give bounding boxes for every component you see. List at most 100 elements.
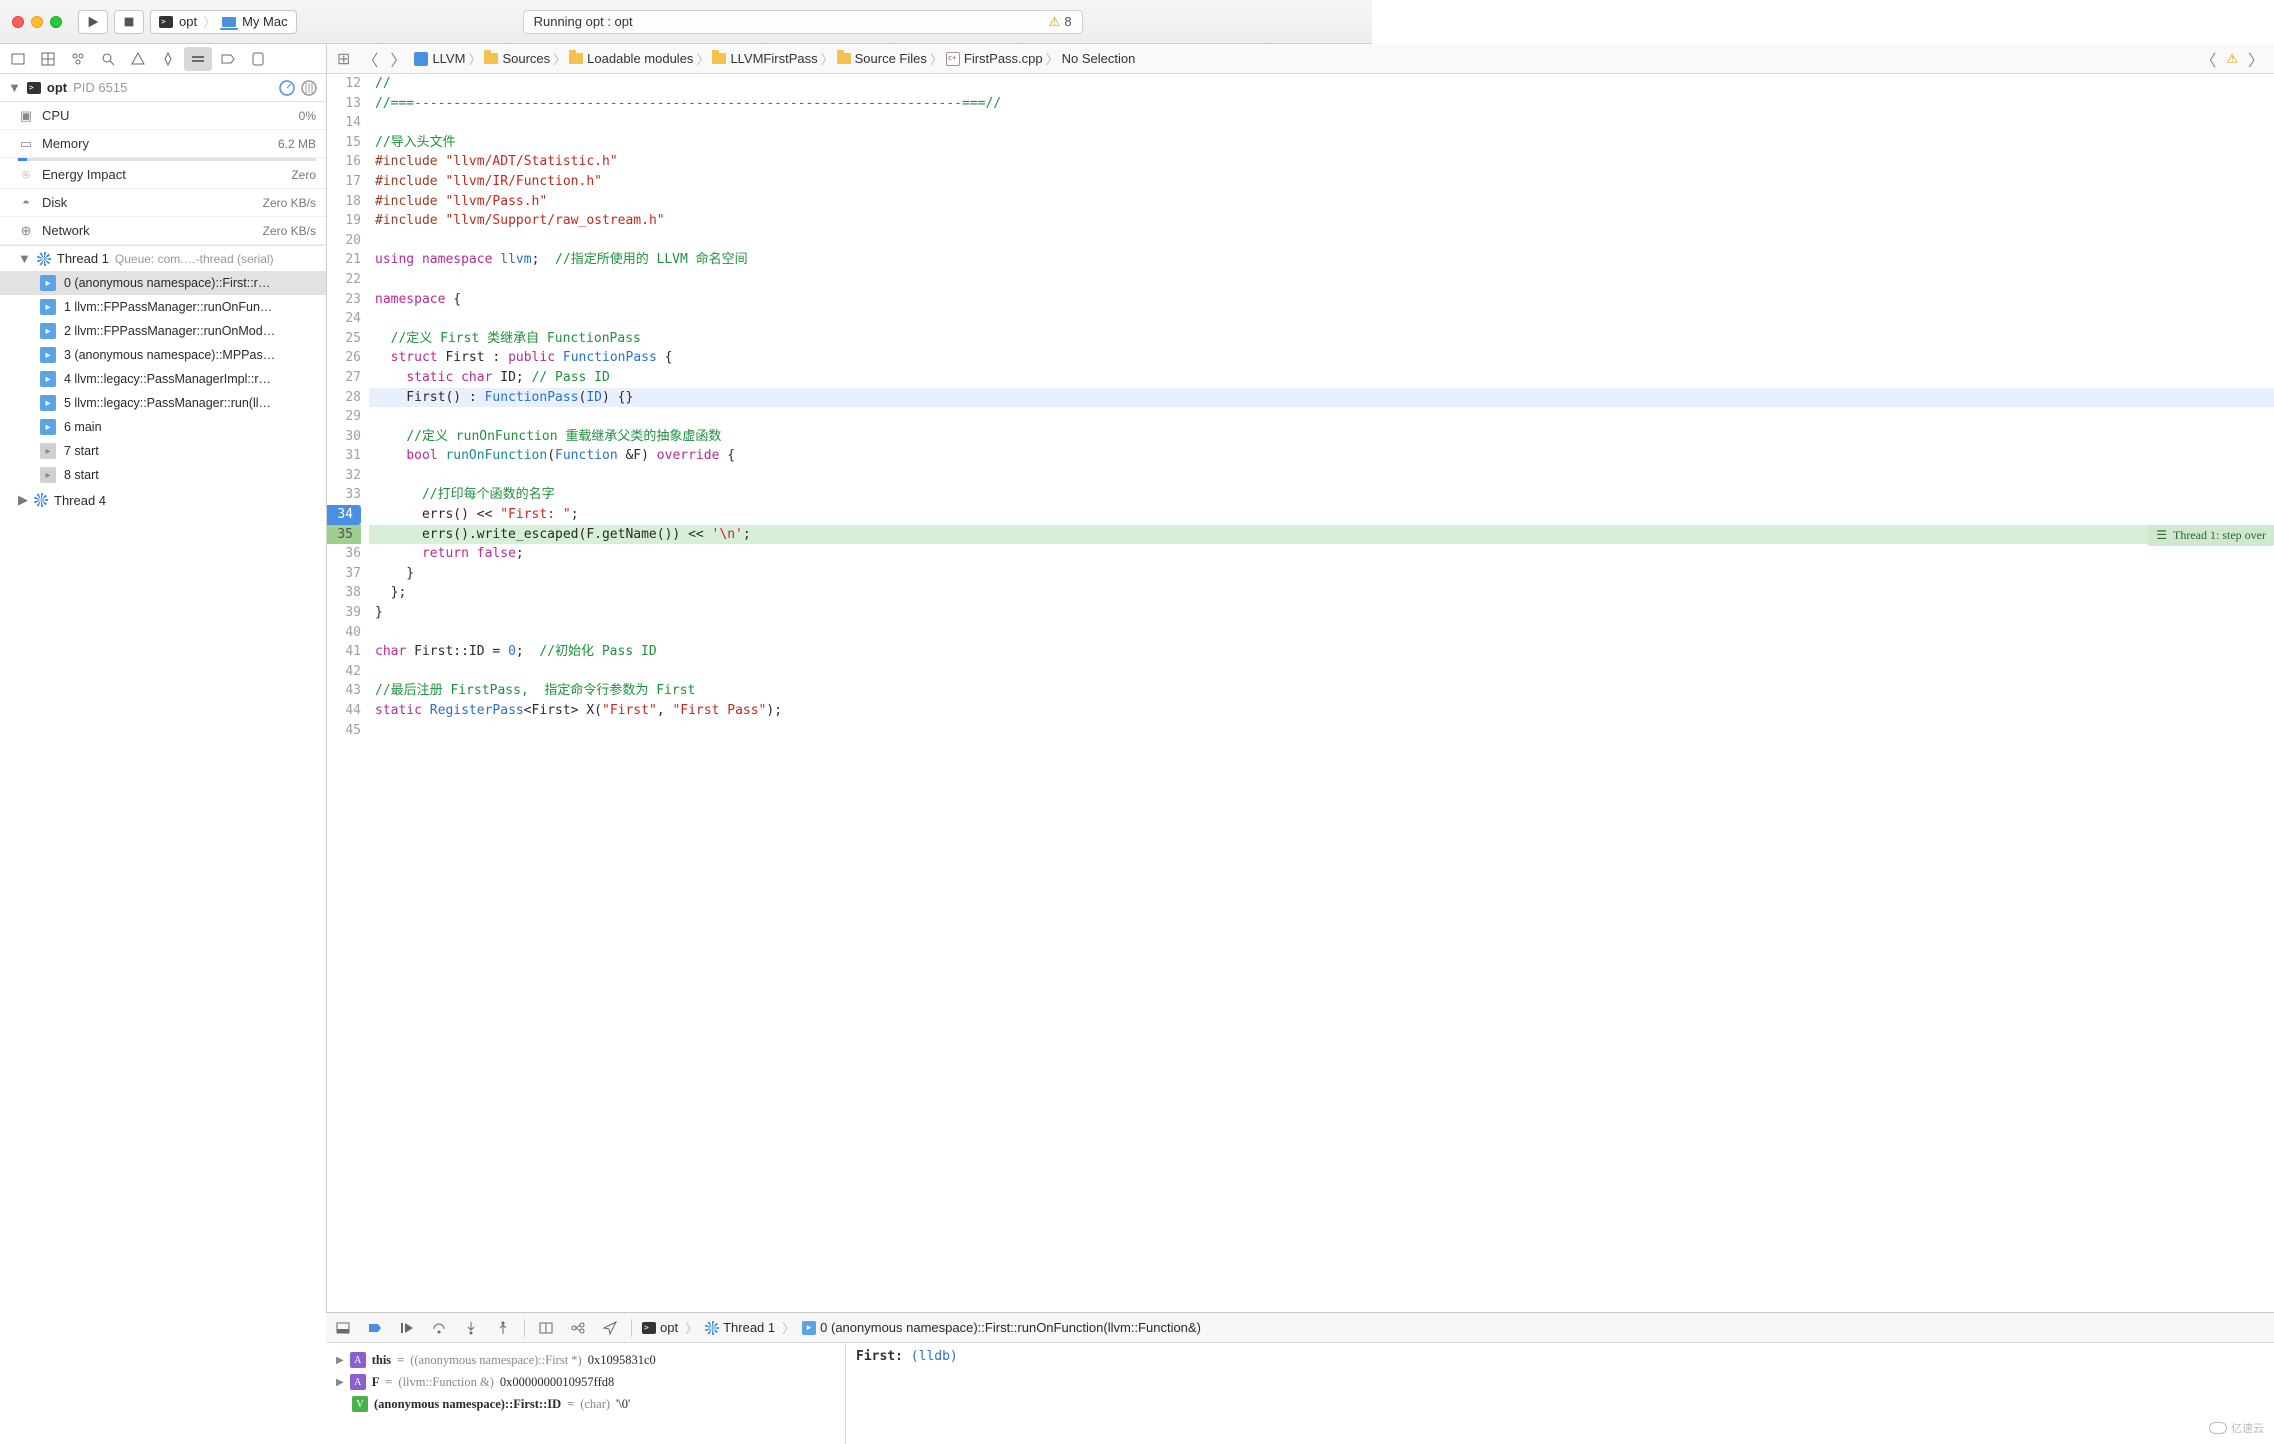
zoom-window-button[interactable] <box>50 16 62 28</box>
source-nav-tab[interactable] <box>34 47 62 71</box>
stack-frame[interactable]: ▸2 llvm::FPPassManager::runOnMod… <box>0 319 326 343</box>
forward-button[interactable]: 〉 <box>386 47 410 71</box>
variable-row[interactable]: ▶AF = (llvm::Function &) 0x0000000010957… <box>336 1371 835 1393</box>
breadcrumb-item[interactable]: Sources <box>484 51 550 66</box>
code-line[interactable]: } <box>369 603 2274 623</box>
symbol-nav-tab[interactable] <box>64 47 92 71</box>
code-line[interactable]: #include "llvm/Support/raw_ostream.h" <box>369 211 2274 231</box>
code-line[interactable]: First() : FunctionPass(ID) {} <box>369 388 2274 408</box>
code-line[interactable]: #include "llvm/Pass.h" <box>369 192 2274 212</box>
next-issue-button[interactable]: 〉 <box>2244 47 2268 71</box>
code-line[interactable]: return false; <box>369 544 2274 564</box>
stack-frame[interactable]: ▸1 llvm::FPPassManager::runOnFun… <box>0 295 326 319</box>
breadcrumb-item[interactable]: Source Files <box>837 51 927 66</box>
process-header[interactable]: ▼ opt PID 6515 <box>0 74 326 102</box>
code-editor[interactable]: 1213141516171819202122232425262728293031… <box>327 74 2274 1312</box>
code-line[interactable] <box>369 466 2274 486</box>
code-line[interactable]: #include "llvm/IR/Function.h" <box>369 172 2274 192</box>
breakpoint-nav-tab[interactable] <box>214 47 242 71</box>
test-nav-tab[interactable] <box>154 47 182 71</box>
location-button[interactable] <box>599 1317 621 1339</box>
stack-frame[interactable]: ▸8 start <box>0 463 326 487</box>
continue-button[interactable] <box>396 1317 418 1339</box>
code-line[interactable] <box>369 231 2274 251</box>
stack-frame[interactable]: ▸5 llvm::legacy::PassManager::run(ll… <box>0 391 326 415</box>
close-window-button[interactable] <box>12 16 24 28</box>
network-metric[interactable]: ⊕Network Zero KB/s <box>0 217 326 245</box>
memory-graph-button[interactable] <box>567 1317 589 1339</box>
disk-metric[interactable]: ◓Disk Zero KB/s <box>0 189 326 217</box>
code-line[interactable] <box>369 309 2274 329</box>
code-line[interactable]: static RegisterPass<First> X("First", "F… <box>369 701 2274 721</box>
issue-nav-tab[interactable] <box>124 47 152 71</box>
code-line[interactable]: //===-----------------------------------… <box>369 94 2274 114</box>
gauge-icon[interactable] <box>278 79 296 97</box>
debug-jump-bar[interactable]: opt 〉 Thread 1 〉 ▸ 0 (anonymous namespac… <box>642 1318 1201 1337</box>
code-line[interactable] <box>369 623 2274 643</box>
prev-issue-button[interactable]: 〈 <box>2196 47 2220 71</box>
stack-frame[interactable]: ▸0 (anonymous namespace)::First::r… <box>0 271 326 295</box>
related-items-button[interactable]: ⊞ <box>333 49 354 69</box>
run-button[interactable] <box>78 10 108 34</box>
hide-debug-button[interactable] <box>332 1317 354 1339</box>
variables-view[interactable]: ▶Athis = ((anonymous namespace)::First *… <box>326 1343 846 1444</box>
code-line[interactable]: struct First : public FunctionPass { <box>369 348 2274 368</box>
breadcrumb-item[interactable]: LLVMFirstPass <box>712 51 817 66</box>
code-line[interactable] <box>369 270 2274 290</box>
breadcrumb-item[interactable]: Loadable modules <box>569 51 693 66</box>
code-line[interactable]: //定义 runOnFunction 重载继承父类的抽象虚函数 <box>369 427 2274 447</box>
code-line[interactable]: //导入头文件 <box>369 133 2274 153</box>
breadcrumb-item[interactable]: FirstPass.cpp <box>946 51 1043 66</box>
code-line[interactable]: //打印每个函数的名字 <box>369 485 2274 505</box>
step-over-button[interactable] <box>428 1317 450 1339</box>
code-line[interactable] <box>369 113 2274 133</box>
code-line[interactable] <box>369 407 2274 427</box>
code-line[interactable] <box>369 662 2274 682</box>
code-line[interactable]: namespace { <box>369 290 2274 310</box>
variable-row[interactable]: ▶Athis = ((anonymous namespace)::First *… <box>336 1349 835 1371</box>
code-line[interactable]: // <box>369 74 2274 94</box>
stack-frame[interactable]: ▸7 start <box>0 439 326 463</box>
code-line[interactable]: }; <box>369 583 2274 603</box>
variable-row[interactable]: V(anonymous namespace)::First::ID = (cha… <box>336 1393 835 1415</box>
code-line[interactable]: errs().write_escaped(F.getName()) << '\n… <box>369 525 2274 545</box>
step-out-button[interactable] <box>492 1317 514 1339</box>
minimize-window-button[interactable] <box>31 16 43 28</box>
thread-1-header[interactable]: ▼ Thread 1 Queue: com.…-thread (serial) <box>0 245 326 271</box>
thread-4-header[interactable]: ▶ Thread 4 <box>0 487 326 513</box>
code-line[interactable]: } <box>369 564 2274 584</box>
code-line[interactable]: errs() << "First: "; <box>369 505 2274 525</box>
find-nav-tab[interactable] <box>94 47 122 71</box>
code-line[interactable]: using namespace llvm; //指定所使用的 LLVM 命名空间 <box>369 250 2274 270</box>
columns-icon[interactable] <box>300 79 318 97</box>
breadcrumb-item[interactable]: No Selection <box>1062 51 1136 66</box>
debug-nav-tab[interactable] <box>184 47 212 71</box>
memory-metric[interactable]: ▭Memory 6.2 MB <box>0 130 326 158</box>
step-into-button[interactable] <box>460 1317 482 1339</box>
view-hierarchy-button[interactable] <box>535 1317 557 1339</box>
code-line[interactable]: //定义 First 类继承自 FunctionPass <box>369 329 2274 349</box>
report-nav-tab[interactable] <box>244 47 272 71</box>
breadcrumb-item[interactable]: LLVM <box>414 51 465 66</box>
back-button[interactable]: 〈 <box>358 47 382 71</box>
disclosure-triangle-icon[interactable]: ▶ <box>336 1355 344 1366</box>
scheme-selector[interactable]: opt 〉 My Mac <box>150 10 297 34</box>
stack-frame[interactable]: ▸4 llvm::legacy::PassManagerImpl::r… <box>0 367 326 391</box>
code-line[interactable]: //最后注册 FirstPass, 指定命令行参数为 First <box>369 681 2274 701</box>
code-line[interactable] <box>369 721 2274 741</box>
project-nav-tab[interactable] <box>4 47 32 71</box>
stack-frame[interactable]: ▸3 (anonymous namespace)::MPPas… <box>0 343 326 367</box>
code-line[interactable]: #include "llvm/ADT/Statistic.h" <box>369 152 2274 172</box>
stack-frame[interactable]: ▸6 main <box>0 415 326 439</box>
code-line[interactable]: char First::ID = 0; //初始化 Pass ID <box>369 642 2274 662</box>
code-line[interactable]: static char ID; // Pass ID <box>369 368 2274 388</box>
code-line[interactable]: bool runOnFunction(Function &F) override… <box>369 446 2274 466</box>
activity-status[interactable]: Running opt : opt ⚠ 8 <box>523 10 1083 34</box>
console-output[interactable]: First: (lldb) <box>846 1343 2274 1444</box>
breakpoints-toggle[interactable] <box>364 1317 386 1339</box>
cpu-metric[interactable]: ▣CPU 0% <box>0 102 326 130</box>
disclosure-triangle-icon[interactable]: ▶ <box>336 1377 344 1388</box>
stop-button[interactable] <box>114 10 144 34</box>
energy-metric[interactable]: ⌾Energy Impact Zero <box>0 161 326 189</box>
warnings-badge[interactable]: ⚠ 8 <box>1049 14 1072 30</box>
